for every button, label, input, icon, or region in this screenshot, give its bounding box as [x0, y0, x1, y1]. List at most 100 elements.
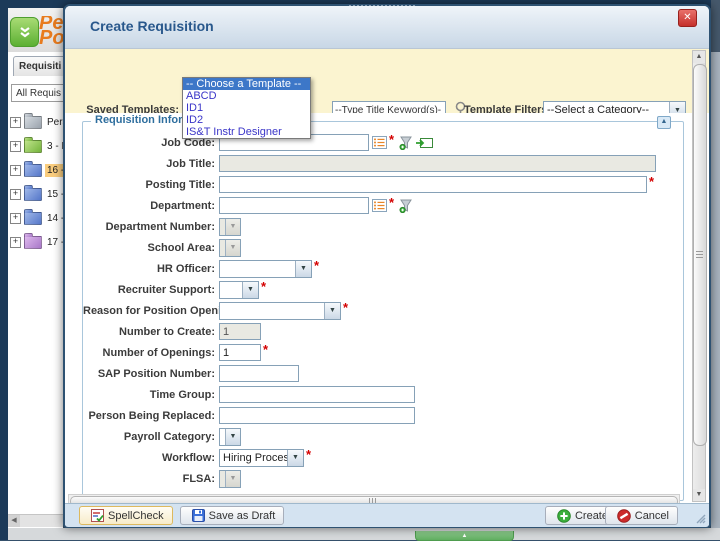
template-option[interactable]: ID2 [183, 114, 310, 126]
dialog-titlebar[interactable]: Create Requisition ✕ [65, 6, 709, 49]
requisitions-filter-label: All Requis [16, 88, 61, 99]
create-plus-icon [557, 509, 571, 523]
field-row-number-to-create: Number to Create: [83, 323, 681, 340]
lookup-list-icon[interactable] [372, 199, 387, 212]
tree-item-label: 17 - [45, 236, 63, 249]
resize-grip-icon[interactable] [694, 512, 706, 524]
expand-icon[interactable]: + [10, 189, 21, 200]
scroll-down-icon[interactable]: ▼ [693, 489, 705, 501]
requisition-information-section: Requisition Information ▲ Job Code:*Job … [82, 121, 684, 501]
templates-bar: Saved Templates: -- Choose a Template --… [65, 49, 709, 113]
chevron-down-icon[interactable]: ▼ [295, 261, 311, 277]
spellcheck-icon [91, 509, 104, 522]
recruiter-support-label: Recruiter Support: [83, 284, 215, 296]
folder-icon [24, 188, 42, 201]
spellcheck-label: SpellCheck [108, 510, 164, 522]
tree-item[interactable]: +Perso [10, 110, 63, 134]
expand-icon[interactable]: + [10, 141, 21, 152]
scroll-left-icon[interactable]: ◀ [8, 515, 20, 527]
field-row-payroll-category: Payroll Category:▼ [83, 428, 681, 445]
expand-icon[interactable]: + [10, 165, 21, 176]
save-as-draft-label: Save as Draft [209, 510, 276, 522]
chevron-down-icon[interactable]: ▼ [324, 303, 340, 319]
sidebar-horizontal-scrollbar[interactable]: ◀ [8, 514, 63, 527]
school-area-select: ▼ [219, 239, 241, 257]
chevron-down-icon: ▼ [225, 240, 240, 256]
folder-icon [24, 116, 42, 129]
recruiter-support-select[interactable]: ▼ [219, 281, 259, 299]
vertical-scrollbar[interactable]: ▲ ▼ [692, 50, 706, 502]
payroll-category-select[interactable]: ▼ [219, 428, 241, 446]
field-row-number-of-openings: Number of Openings:* [83, 344, 681, 361]
tree-item-label: 15 - [45, 188, 63, 201]
spellcheck-button[interactable]: SpellCheck [79, 506, 173, 525]
recruiter-support-value [220, 282, 242, 298]
tree-item[interactable]: +15 - [10, 182, 63, 206]
job-title-input [219, 155, 656, 172]
expand-icon[interactable]: + [10, 237, 21, 248]
flsa-select: ▼ [219, 470, 241, 488]
required-asterisk: * [389, 135, 394, 145]
up-arrow-icon: ▲ [462, 533, 468, 539]
template-option[interactable]: ABCD [183, 90, 310, 102]
field-row-person-being-replaced: Person Being Replaced: [83, 407, 681, 424]
person-being-replaced-input[interactable] [219, 407, 415, 424]
department-number-select: ▼ [219, 218, 241, 236]
tree-item[interactable]: +14 - [10, 206, 63, 230]
department-number-label: Department Number: [83, 221, 215, 233]
grip-icon [696, 251, 703, 259]
expand-icon[interactable]: + [10, 213, 21, 224]
time-group-input[interactable] [219, 386, 415, 403]
app-right-edge [711, 52, 720, 528]
template-option[interactable]: -- Choose a Template -- [183, 78, 310, 90]
chevron-down-icon[interactable]: ▼ [242, 282, 258, 298]
saved-templates-dropdown-list: -- Choose a Template --ABCDID1ID2IS&T In… [182, 77, 311, 139]
scroll-up-icon[interactable]: ▲ [693, 51, 705, 63]
required-asterisk: * [263, 345, 268, 355]
import-template-icon[interactable] [416, 137, 433, 149]
field-row-workflow: Workflow:Hiring Process▼* [83, 449, 681, 466]
tree-item[interactable]: +3 - H [10, 134, 63, 158]
download-button[interactable] [10, 17, 39, 47]
school-area-label: School Area: [83, 242, 215, 254]
lookup-list-icon[interactable] [372, 136, 387, 149]
expand-icon[interactable]: + [10, 117, 21, 128]
department-label: Department: [83, 200, 215, 212]
tree-item[interactable]: +17 - [10, 230, 63, 254]
close-icon[interactable]: ✕ [678, 9, 697, 27]
reason-for-position-opening-select[interactable]: ▼ [219, 302, 341, 320]
field-row-job-code: Job Code:* [83, 134, 681, 151]
tree-item[interactable]: +16 - [10, 158, 63, 182]
save-as-draft-button[interactable]: Save as Draft [180, 506, 285, 525]
workflow-select[interactable]: Hiring Process▼ [219, 449, 304, 467]
vertical-scroll-thumb[interactable] [693, 64, 707, 446]
time-group-label: Time Group: [83, 389, 215, 401]
dialog-footer: SpellCheck Save as Draft Create Cancel [65, 503, 709, 527]
sap-position-number-input[interactable] [219, 365, 299, 382]
filter-funnel-icon[interactable] [399, 136, 413, 150]
department-input[interactable] [219, 197, 369, 214]
hr-officer-select[interactable]: ▼ [219, 260, 312, 278]
requisitions-tree: +Perso+3 - H+16 -+15 -+14 -+17 - [10, 110, 63, 254]
chevron-down-icon[interactable]: ▼ [287, 450, 303, 466]
number-of-openings-input[interactable] [219, 344, 261, 361]
template-option[interactable]: ID1 [183, 102, 310, 114]
field-row-posting-title: Posting Title:* [83, 176, 681, 193]
posting-title-input[interactable] [219, 176, 647, 193]
chevron-down-icon[interactable]: ▼ [225, 429, 240, 445]
filter-funnel-icon[interactable] [399, 199, 413, 213]
collapse-section-icon[interactable]: ▲ [657, 116, 671, 129]
reason-for-position-opening-value [220, 303, 324, 319]
tree-item-label: 14 - [45, 212, 63, 225]
tree-item-label: 3 - H [45, 140, 63, 153]
cancel-button[interactable]: Cancel [605, 506, 678, 525]
dialog-title: Create Requisition [90, 18, 214, 34]
template-option[interactable]: IS&T Instr Designer [183, 126, 310, 138]
double-chevron-down-icon [18, 25, 32, 39]
app-right-edge-top [711, 0, 720, 52]
requisitions-filter[interactable]: All Requis [11, 84, 63, 102]
field-row-job-title: Job Title: [83, 155, 681, 172]
tree-item-label: 16 - [45, 164, 63, 177]
folder-icon [24, 212, 42, 225]
tab-requisitions[interactable]: Requisiti [13, 56, 63, 76]
